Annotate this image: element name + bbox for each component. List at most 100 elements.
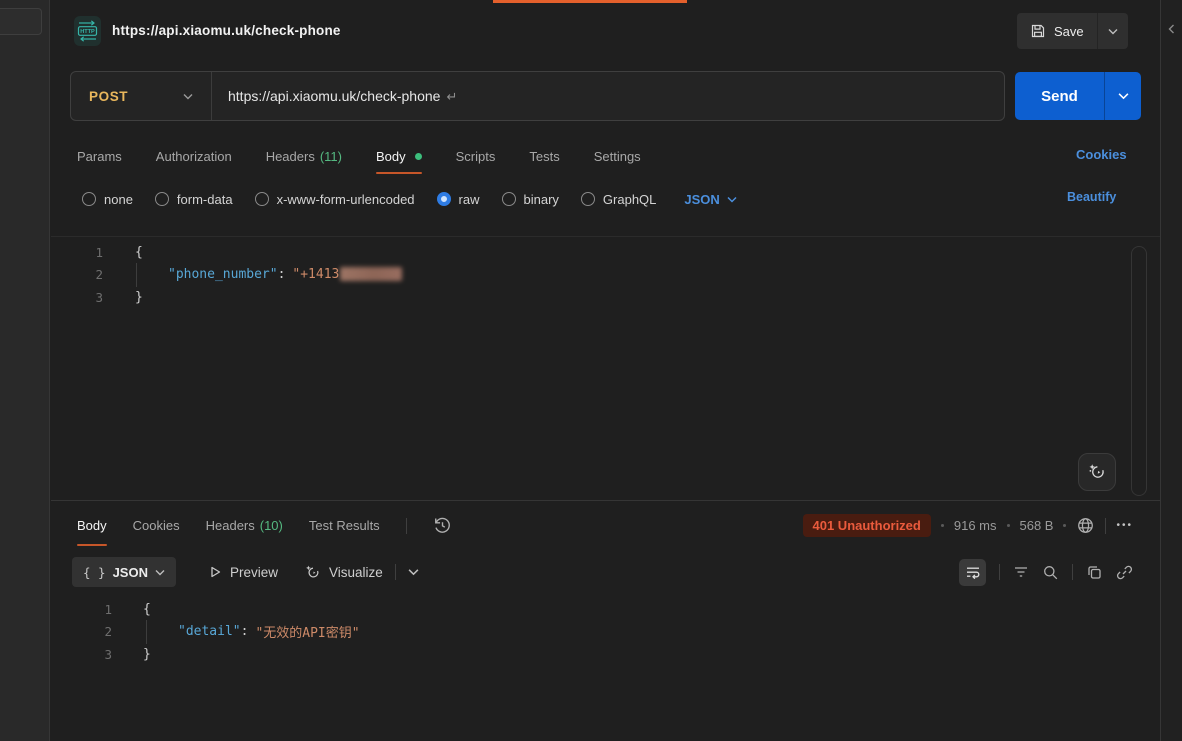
body-mode-binary[interactable]: binary (502, 192, 559, 207)
token-brace: { (135, 245, 143, 260)
visualize-options-chevron[interactable] (408, 568, 419, 576)
copy-button[interactable] (1086, 564, 1103, 581)
preview-button[interactable]: Preview (209, 565, 278, 580)
more-actions-button[interactable]: ••• (1116, 520, 1133, 531)
body-mode-form-data[interactable]: form-data (155, 192, 233, 207)
search-button[interactable] (1042, 564, 1059, 581)
language-label: JSON (684, 192, 719, 207)
body-mode-raw[interactable]: raw (437, 192, 480, 207)
divider (1105, 518, 1106, 534)
collapse-panel-icon[interactable] (1167, 24, 1176, 34)
tab-label: Headers (206, 518, 255, 533)
tab-params[interactable]: Params (77, 138, 122, 174)
search-icon (1042, 564, 1059, 581)
radio-selected-icon (437, 192, 451, 206)
line-number: 1 (51, 245, 103, 260)
response-status-cluster: 401 Unauthorized 916 ms 568 B ••• (803, 505, 1134, 546)
request-tabs: Params Authorization Headers(11) Body Sc… (77, 138, 641, 174)
chevron-down-icon (183, 93, 193, 100)
response-tab-headers[interactable]: Headers(10) (206, 505, 283, 546)
tab-label: Tests (529, 149, 559, 164)
http-request-icon: HTTP (74, 16, 101, 46)
mode-label: binary (524, 192, 559, 207)
tab-authorization[interactable]: Authorization (156, 138, 232, 174)
send-button-group: Send (1015, 72, 1141, 120)
filter-button[interactable] (1013, 564, 1029, 580)
response-toolbar: { } JSON Preview Visualize (51, 553, 1160, 591)
code-line: 1 { (51, 241, 1160, 264)
visualize-label: Visualize (329, 565, 383, 580)
send-options-button[interactable] (1104, 72, 1141, 120)
tab-body[interactable]: Body (376, 138, 422, 174)
tab-label: Scripts (456, 149, 496, 164)
body-mode-row: none form-data x-www-form-urlencoded raw… (82, 186, 737, 212)
token-value: "+1413 (292, 267, 339, 282)
visualize-button[interactable]: Visualize (304, 564, 383, 581)
code-content: "detail":"无效的API密钥" (112, 621, 1160, 644)
preview-label: Preview (230, 565, 278, 580)
network-info-button[interactable] (1076, 516, 1095, 535)
response-body-editor[interactable]: 1 { 2 "detail":"无效的API密钥" 3 } (51, 598, 1160, 718)
braces-icon: { } (83, 565, 106, 580)
tab-scripts[interactable]: Scripts (456, 138, 496, 174)
radio-icon (82, 192, 96, 206)
left-sidebar (0, 0, 50, 741)
tab-headers[interactable]: Headers(11) (266, 138, 342, 174)
url-text: https://api.xiaomu.uk/check-phone (228, 88, 440, 104)
line-number: 3 (51, 290, 103, 305)
save-button[interactable]: Save (1017, 13, 1097, 49)
response-time[interactable]: 916 ms (954, 518, 997, 533)
wrap-text-icon (965, 564, 981, 580)
postbot-button[interactable] (1078, 453, 1116, 491)
link-button[interactable] (1116, 564, 1133, 581)
globe-icon (1076, 516, 1095, 535)
line-number: 1 (51, 602, 112, 617)
cookies-link[interactable]: Cookies (1076, 147, 1127, 162)
token-brace: } (135, 290, 143, 305)
tab-label: Params (77, 149, 122, 164)
wrap-text-button[interactable] (959, 559, 986, 586)
tab-label: Settings (594, 149, 641, 164)
save-button-group: Save (1017, 13, 1128, 49)
request-response-divider[interactable] (51, 500, 1160, 501)
format-label: JSON (113, 565, 148, 580)
request-body-editor[interactable]: 1 { 2 "phone_number":"+1413 3 } (51, 236, 1160, 500)
tab-settings[interactable]: Settings (594, 138, 641, 174)
redacted-value (340, 267, 402, 281)
body-mode-x-www-form-urlencoded[interactable]: x-www-form-urlencoded (255, 192, 415, 207)
tab-tests[interactable]: Tests (529, 138, 559, 174)
save-options-button[interactable] (1097, 13, 1128, 49)
history-clock-icon (433, 516, 452, 535)
token-colon: : (278, 267, 286, 282)
tab-label: Headers (266, 149, 315, 164)
tab-label: Cookies (133, 518, 180, 533)
response-view-icons (959, 553, 1133, 591)
editor-scrollbar[interactable] (1131, 246, 1147, 496)
response-format-select[interactable]: { } JSON (72, 557, 176, 587)
body-mode-none[interactable]: none (82, 192, 133, 207)
status-badge[interactable]: 401 Unauthorized (803, 514, 931, 537)
postbot-sparkle-icon (1087, 462, 1107, 482)
return-key-icon: ↵ (446, 89, 457, 104)
code-line: 3 } (51, 643, 1160, 666)
send-button[interactable]: Send (1015, 72, 1104, 120)
response-tab-cookies[interactable]: Cookies (133, 505, 180, 546)
method-select[interactable]: POST (71, 72, 211, 120)
response-tab-body[interactable]: Body (77, 505, 107, 546)
body-has-content-dot (415, 153, 422, 160)
body-mode-graphql[interactable]: GraphQL (581, 192, 656, 207)
method-label: POST (89, 89, 128, 104)
sidebar-collection-box[interactable] (0, 8, 42, 35)
request-tab-title[interactable]: https://api.xiaomu.uk/check-phone (112, 23, 341, 38)
response-history-button[interactable] (433, 516, 452, 535)
url-bar-divider (211, 72, 212, 120)
radio-icon (155, 192, 169, 206)
response-size[interactable]: 568 B (1020, 518, 1054, 533)
body-language-select[interactable]: JSON (684, 192, 736, 207)
beautify-link[interactable]: Beautify (1067, 190, 1116, 204)
response-tab-test-results[interactable]: Test Results (309, 505, 380, 546)
line-number: 3 (51, 647, 112, 662)
tab-label: Test Results (309, 518, 380, 533)
divider (1072, 564, 1073, 580)
url-input[interactable]: https://api.xiaomu.uk/check-phone ↵ (228, 88, 457, 105)
